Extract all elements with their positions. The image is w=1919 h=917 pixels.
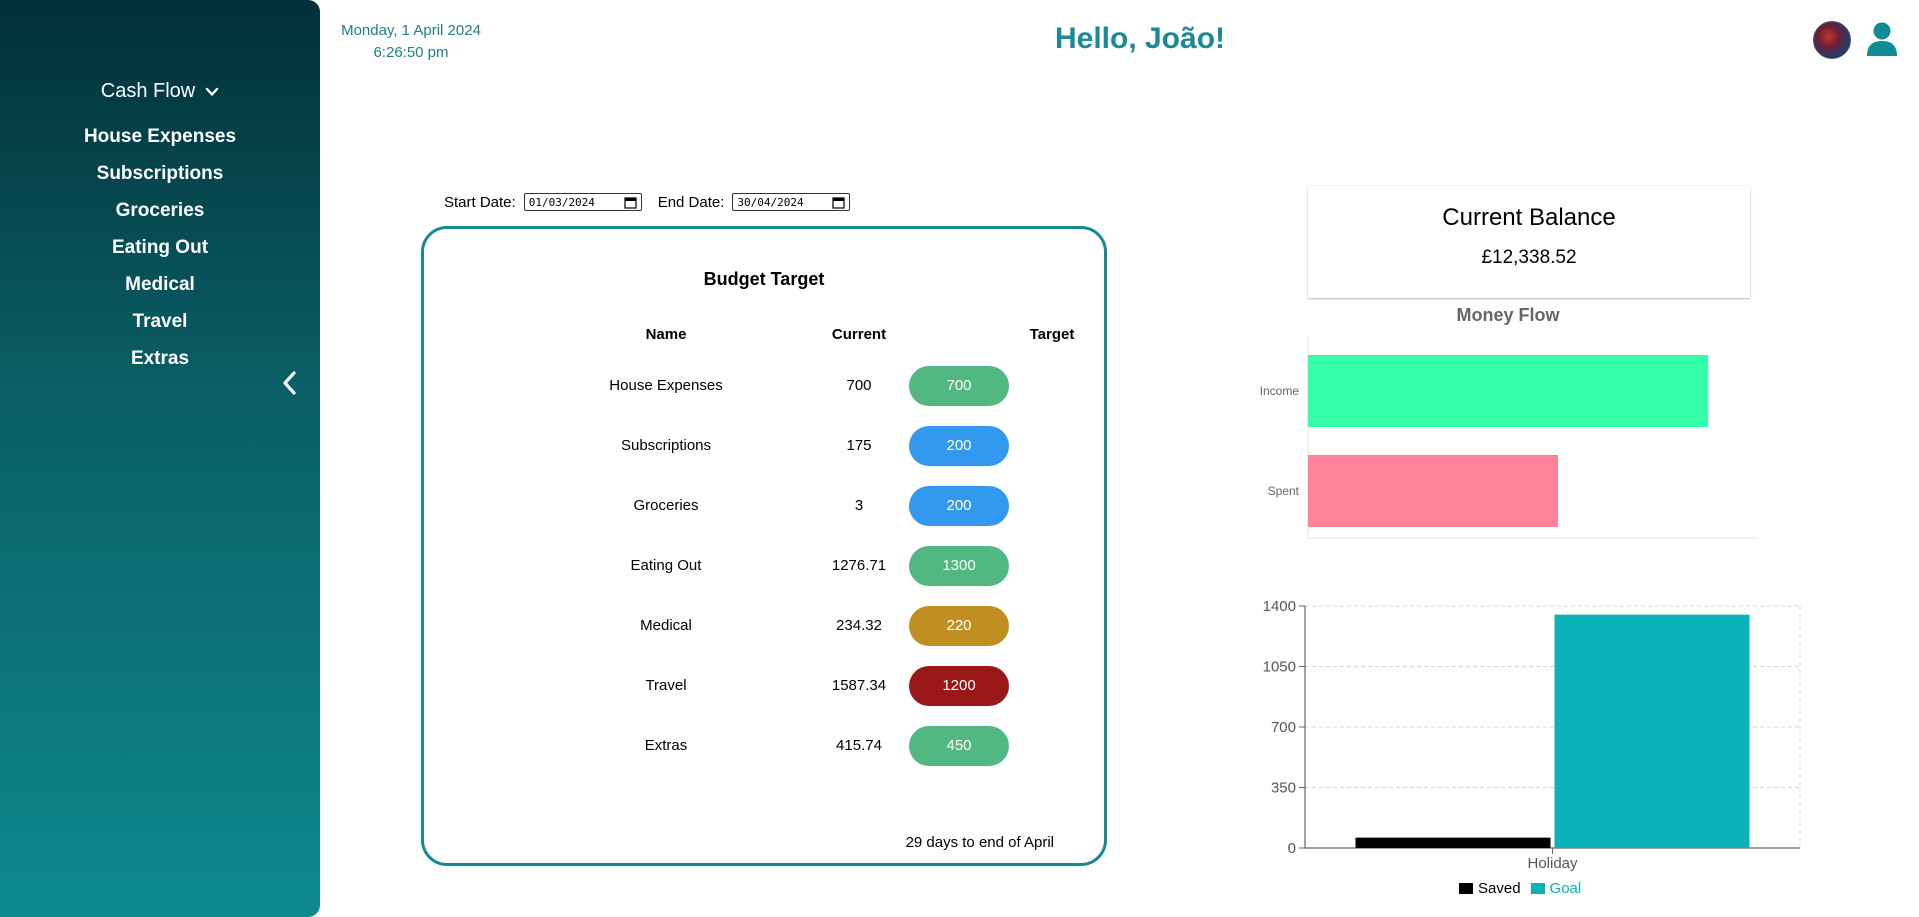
budget-row: Medical 234.32 220 (424, 606, 1104, 646)
balance-value: £12,338.52 (1481, 247, 1577, 268)
budget-row: Travel 1587.34 1200 (424, 666, 1104, 706)
money-flow-label-income: Income (1260, 384, 1300, 398)
money-flow-chart: Income Spent (1260, 337, 1758, 539)
budget-row-name: Groceries (633, 497, 699, 514)
budget-row: Eating Out 1276.71 1300 (424, 546, 1104, 586)
budget-row: Groceries 3 200 (424, 486, 1104, 526)
avatar[interactable] (1813, 21, 1851, 59)
sidebar-item-house-expenses[interactable]: House Expenses (0, 118, 320, 155)
legend-swatch-goal (1530, 883, 1545, 894)
user-icon[interactable] (1865, 21, 1899, 57)
calendar-icon[interactable] (624, 196, 637, 209)
column-header-target: Target (1029, 326, 1075, 343)
legend-item-saved[interactable]: Saved (1459, 880, 1521, 897)
legend-label-saved: Saved (1478, 880, 1521, 897)
legend-item-goal[interactable]: Goal (1530, 880, 1582, 897)
sidebar-section-label: Cash Flow (100, 80, 196, 102)
days-remaining: 29 days to end of April (905, 834, 1054, 851)
legend-swatch-saved (1459, 883, 1473, 894)
budget-target-pill[interactable]: 200 (909, 486, 1009, 526)
money-flow-label-spent: Spent (1268, 484, 1300, 498)
start-date-input[interactable]: 01/03/2024 (523, 193, 642, 211)
sidebar-section-cash-flow[interactable]: Cash Flow (0, 80, 320, 103)
calendar-icon[interactable] (832, 196, 846, 209)
current-balance-card: Current Balance £12,338.52 (1308, 186, 1750, 298)
sidebar-item-groceries[interactable]: Groceries (0, 192, 320, 229)
chevron-left-icon[interactable] (278, 368, 302, 398)
budget-row-name: Eating Out (630, 557, 702, 574)
budget-target-pill[interactable]: 1200 (909, 666, 1009, 706)
budget-row: House Expenses 700 700 (424, 366, 1104, 406)
budget-row: Subscriptions 175 200 (424, 426, 1104, 466)
budget-target-pill[interactable]: 450 (909, 726, 1009, 766)
bar-goal (1554, 614, 1750, 848)
money-flow-title: Money Flow (1456, 305, 1560, 325)
budget-row-name: Extras (644, 737, 688, 754)
budget-row-name: House Expenses (609, 377, 723, 394)
budget-row: Extras 415.74 450 (424, 726, 1104, 766)
column-header-name: Name (645, 326, 687, 343)
end-date-input[interactable]: 30/04/2024 (732, 193, 851, 211)
y-tick-label: 700 (1271, 719, 1296, 736)
y-tick-label: 350 (1271, 780, 1296, 797)
y-tick-label: 1400 (1263, 598, 1296, 615)
sidebar-item-eating-out[interactable]: Eating Out (0, 229, 320, 266)
y-tick-label: 1050 (1263, 659, 1296, 676)
current-date: Monday, 1 April 2024 (341, 22, 481, 39)
balance-title: Current Balance (1442, 204, 1616, 231)
budget-target-pill[interactable]: 200 (909, 426, 1009, 466)
money-flow-bar-spent (1308, 455, 1558, 527)
budget-target-card: Budget Target Name Current Target House … (421, 226, 1107, 866)
start-date-label: Start Date: (444, 193, 516, 211)
bar-saved (1355, 837, 1551, 848)
money-flow-bar-income (1308, 355, 1708, 427)
chart-legend: Saved Goal (1459, 880, 1581, 897)
budget-row-name: Subscriptions (620, 437, 712, 454)
current-time: 6:26:50 pm (373, 44, 449, 61)
end-date-label: End Date: (657, 193, 725, 211)
budget-target-pill[interactable]: 700 (909, 366, 1009, 406)
savings-goal-chart: 0 350 700 1050 1400 Holiday (1263, 598, 1801, 872)
sidebar-item-subscriptions[interactable]: Subscriptions (0, 155, 320, 192)
sidebar-item-extras[interactable]: Extras (0, 340, 320, 377)
budget-title: Budget Target (703, 269, 825, 289)
start-date-value: 01/03/2024 (528, 195, 595, 209)
end-date-value: 30/04/2024 (737, 195, 804, 209)
sidebar-item-medical[interactable]: Medical (0, 266, 320, 303)
app: Cash Flow House Expenses Subscriptions G… (0, 0, 1919, 917)
budget-target-pill[interactable]: 1300 (909, 546, 1009, 586)
column-header-current: Current (831, 326, 887, 343)
sidebar: Cash Flow House Expenses Subscriptions G… (0, 0, 320, 917)
legend-label-goal: Goal (1549, 880, 1582, 897)
sidebar-item-travel[interactable]: Travel (0, 303, 320, 340)
budget-target-pill[interactable]: 220 (909, 606, 1009, 646)
chevron-down-icon (206, 87, 219, 96)
greeting: Hello, João! (1054, 22, 1226, 55)
datetime: Monday, 1 April 2024 6:26:50 pm (336, 20, 486, 64)
x-tick-label-holiday: Holiday (1527, 855, 1578, 872)
budget-row-name: Medical (640, 617, 692, 634)
sidebar-items: House Expenses Subscriptions Groceries E… (0, 118, 320, 377)
y-tick-label: 0 (1288, 840, 1296, 857)
date-filters: Start Date: 01/03/2024 End Date: 30/04/2… (444, 193, 858, 211)
budget-row-name: Travel (645, 677, 687, 694)
